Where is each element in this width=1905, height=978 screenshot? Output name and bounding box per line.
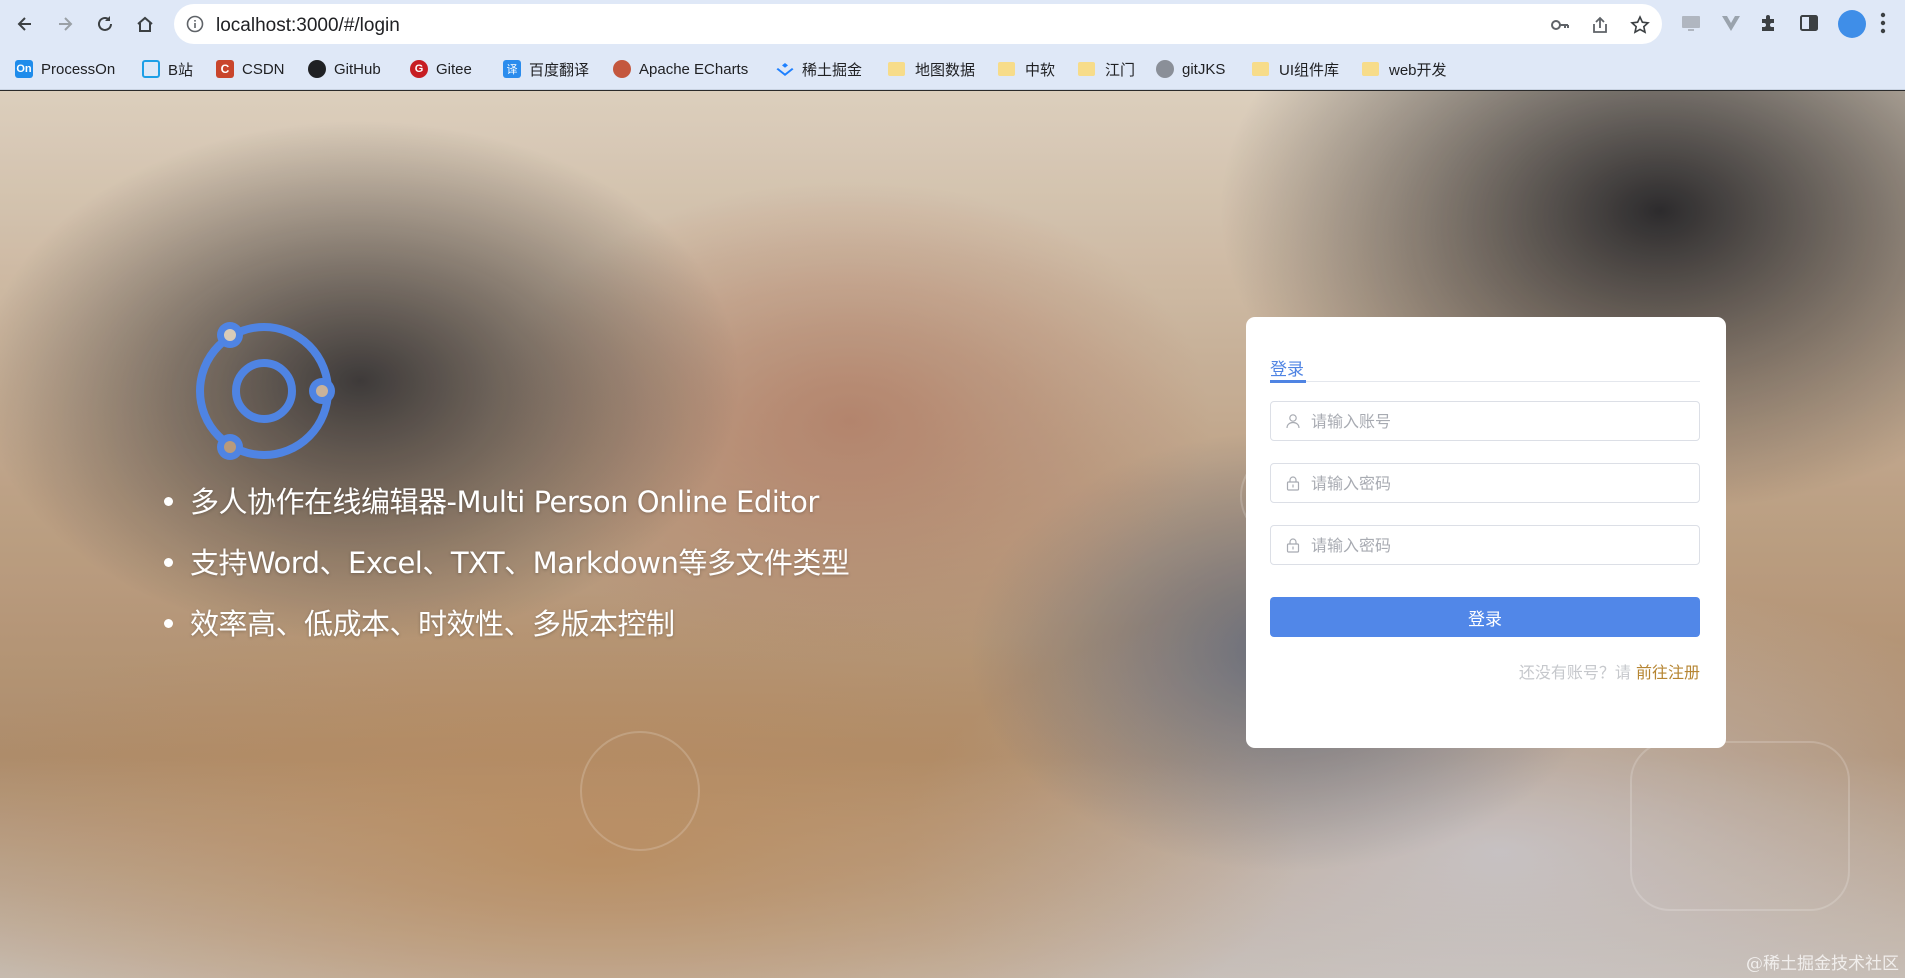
folder-icon: [1362, 62, 1379, 76]
share-icon[interactable]: [1590, 15, 1610, 35]
watermark: @稀土掘金技术社区: [1746, 954, 1899, 974]
feature-item: 多人协作在线编辑器-Multi Person Online Editor: [162, 479, 849, 540]
register-prompt: 还没有账号？请 前往注册: [1519, 659, 1700, 683]
password-field[interactable]: [1270, 463, 1700, 503]
bookmark-juejin[interactable]: 稀土掘金: [776, 58, 862, 80]
reload-button[interactable]: [90, 9, 120, 39]
bookmark-label: 中软: [1025, 61, 1056, 79]
folder-icon: [998, 62, 1015, 76]
background-circle-decoration: [580, 731, 700, 851]
bookmark-label: 地图数据: [915, 61, 976, 79]
avatar-icon: [1156, 60, 1174, 78]
bookmark-label: gitJKS: [1182, 60, 1226, 78]
bookmark-label: GitHub: [334, 60, 381, 78]
confirm-password-field[interactable]: [1270, 525, 1700, 565]
confirm-password-input[interactable]: [1311, 526, 1691, 564]
bookmark-gitjks[interactable]: gitJKS: [1156, 58, 1225, 80]
puzzle-icon[interactable]: [1758, 12, 1780, 34]
folder-icon: [1252, 62, 1269, 76]
reload-icon: [98, 16, 112, 31]
bookmark-label: UI组件库: [1279, 61, 1340, 79]
bilibili-icon: [142, 60, 160, 78]
feature-item: 支持Word、Excel、TXT、Markdown等多文件类型: [162, 540, 850, 601]
more-menu-icon[interactable]: [1880, 12, 1886, 34]
bookmark-label: Gitee: [436, 60, 472, 78]
feature-item: 效率高、低成本、时效性、多版本控制: [162, 601, 849, 662]
bookmark-label: 江门: [1105, 61, 1136, 79]
password-input[interactable]: [1311, 464, 1691, 502]
login-card: 登录 登录 还没有账号？请 前往注册: [1246, 317, 1726, 748]
address-bar[interactable]: localhost:3000/#/login: [174, 4, 1662, 44]
tab-divider: [1270, 381, 1700, 382]
user-icon: [1286, 414, 1300, 429]
profile-avatar[interactable]: [1838, 10, 1866, 38]
tab-login[interactable]: 登录: [1270, 355, 1304, 380]
github-icon: [308, 60, 326, 78]
url-text[interactable]: localhost:3000/#/login: [216, 15, 400, 37]
bookmark-label: Apache ECharts: [639, 60, 749, 78]
browser-toolbar: localhost:3000/#/login: [0, 0, 1905, 48]
extension-monitor-icon[interactable]: [1680, 12, 1702, 34]
arrow-right-icon: [59, 17, 73, 31]
folder-icon: [1078, 62, 1095, 76]
home-button[interactable]: [130, 9, 160, 39]
login-button[interactable]: 登录: [1270, 597, 1700, 637]
bookmark-folder-ui-library[interactable]: UI组件库: [1252, 58, 1339, 80]
lock-icon: [1286, 538, 1300, 553]
bookmark-label: ProcessOn: [41, 60, 116, 78]
gitee-icon: G: [410, 60, 428, 78]
bookmark-folder-zhongruan[interactable]: 中软: [998, 58, 1055, 80]
register-link[interactable]: 前往注册: [1636, 663, 1700, 682]
register-question: 还没有账号？请: [1518, 663, 1631, 682]
bookmark-label: 稀土掘金: [802, 61, 863, 79]
account-input[interactable]: [1311, 402, 1691, 440]
lock-icon: [1286, 476, 1300, 491]
bookmark-label: 百度翻译: [529, 61, 590, 79]
star-icon[interactable]: [1630, 15, 1650, 35]
processon-icon: On: [15, 60, 33, 78]
bookmark-folder-web-dev[interactable]: web开发: [1362, 58, 1447, 80]
info-icon[interactable]: [186, 15, 204, 33]
csdn-icon: C: [216, 60, 234, 78]
bookmark-folder-jiangmen[interactable]: 江门: [1078, 58, 1135, 80]
login-page: 多人协作在线编辑器-Multi Person Online Editor 支持W…: [0, 91, 1905, 978]
forward-button[interactable]: [50, 9, 80, 39]
bookmark-gitee[interactable]: G Gitee: [410, 58, 472, 80]
bookmark-label: web开发: [1389, 61, 1447, 79]
extension-vue-icon[interactable]: [1720, 12, 1742, 34]
bookmarks-bar: On ProcessOn B站 C CSDN GitHub G Gitee 译 …: [0, 48, 1905, 90]
key-icon[interactable]: [1550, 15, 1570, 35]
bookmark-github[interactable]: GitHub: [308, 58, 381, 80]
app-logo-icon: [196, 322, 335, 460]
baidu-translate-icon: 译: [503, 60, 521, 78]
bookmark-label: B站: [168, 61, 194, 79]
bookmark-processon[interactable]: On ProcessOn: [15, 58, 115, 80]
echarts-icon: [613, 60, 631, 78]
account-field[interactable]: [1270, 401, 1700, 441]
home-icon: [137, 16, 153, 32]
juejin-icon: [776, 63, 794, 76]
bookmark-label: CSDN: [242, 60, 285, 78]
back-button[interactable]: [10, 9, 40, 39]
arrow-left-icon: [17, 17, 31, 31]
bookmark-baidu-translate[interactable]: 译 百度翻译: [503, 58, 589, 80]
bookmark-bilibili[interactable]: B站: [142, 58, 193, 80]
bookmark-folder-map-data[interactable]: 地图数据: [888, 58, 975, 80]
side-panel-icon[interactable]: [1798, 12, 1820, 34]
folder-icon: [888, 62, 905, 76]
bookmark-echarts[interactable]: Apache ECharts: [613, 58, 748, 80]
background-shield-decoration: [1630, 741, 1850, 911]
bookmark-csdn[interactable]: C CSDN: [216, 58, 285, 80]
tab-active-indicator: [1270, 380, 1306, 383]
feature-list: 多人协作在线编辑器-Multi Person Online Editor 支持W…: [162, 479, 850, 662]
